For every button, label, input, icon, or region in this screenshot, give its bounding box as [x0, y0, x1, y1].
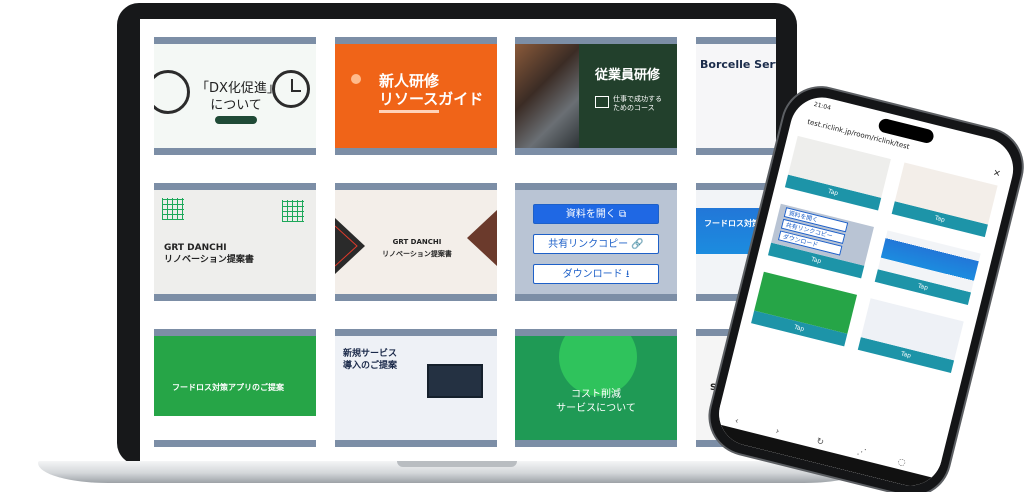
slide-card[interactable]: 新規サービス 導入のご提案 — [335, 329, 497, 447]
slide-card[interactable]: 従業員研修 仕事で成功する ためのコース — [515, 37, 677, 155]
slide-subline — [379, 110, 439, 113]
slide-title: GRT DANCHI リノベーション提案書 — [164, 243, 254, 265]
slide-circle — [559, 336, 637, 396]
laptop-screen: 「DX化促進」 について 新人研修 リソースガイド 従業員研修 仕事で成功する ための… — [140, 19, 776, 462]
share-icon[interactable]: ⋰ — [856, 447, 867, 459]
refresh-icon — [154, 70, 190, 114]
grid-decor — [162, 198, 184, 220]
phone-slide-card[interactable]: Tap — [891, 162, 998, 238]
slide-title: 新人研修 リソースガイド — [379, 72, 484, 108]
forward-icon[interactable]: › — [774, 426, 780, 437]
reload-icon[interactable]: ↻ — [815, 437, 825, 449]
back-icon[interactable]: ‹ — [734, 416, 740, 427]
slide-card-hovered[interactable]: 資料を開く ⧉ 共有リンクコピー 🔗 ダウンロード ⭳ — [515, 183, 677, 301]
open-document-button[interactable]: 資料を開く ⧉ — [533, 204, 659, 224]
phone-slide-card[interactable]: Tap — [784, 135, 891, 211]
download-button[interactable]: ダウンロード ⭳ — [533, 264, 659, 284]
slide-title: GRT DANCHI リノベーション提案書 — [382, 238, 452, 258]
tabs-icon[interactable]: ◌ — [897, 457, 907, 469]
app-showcase: 「DX化促進」 について 新人研修 リソースガイド 従業員研修 仕事で成功する ための… — [0, 0, 1024, 492]
slide-title: 新規サービス 導入のご提案 — [343, 349, 398, 371]
office-photo — [515, 44, 579, 148]
slide-title: 従業員研修 — [595, 68, 661, 83]
monitor-illustration — [427, 364, 483, 398]
laptop-notch — [397, 461, 517, 467]
slide-title: Borcelle Servic — [700, 58, 776, 71]
monitor-icon — [595, 96, 609, 108]
pattern-decor — [335, 218, 365, 274]
slide-pill — [215, 116, 257, 124]
slide-title: 「DX化促進」 について — [196, 81, 280, 113]
slide-title: フードロス対策アプリのご提案 — [172, 383, 284, 392]
slide-card[interactable]: GRT DANCHI リノベーション提案書 — [154, 183, 316, 301]
slide-card[interactable]: コスト削減 サービスについて — [515, 329, 677, 447]
copy-share-link-button[interactable]: 共有リンクコピー 🔗 — [533, 234, 659, 254]
slide-card[interactable]: フードロス対策アプリのご提案 — [154, 329, 316, 447]
phone-slide-card-hovered[interactable]: 資料を開く 共有リンクコピー ダウンロード Tap — [767, 203, 874, 279]
phone-slide-card[interactable]: Tap — [857, 298, 964, 373]
slide-card[interactable]: 新人研修 リソースガイド — [335, 37, 497, 155]
slide-card[interactable]: GRT DANCHI リノベーション提案書 — [335, 183, 497, 301]
status-time: 21:04 — [813, 100, 832, 112]
slide-subtitle: 仕事で成功する ためのコース — [613, 95, 662, 112]
slide-title: コスト削減 サービスについて — [556, 389, 636, 414]
phone-slide-card[interactable]: Tap — [751, 271, 858, 347]
phone-slide-card[interactable]: Tap — [874, 230, 981, 306]
close-icon[interactable]: ✕ — [992, 168, 1002, 180]
pattern-decor — [467, 210, 497, 266]
slide-card[interactable]: Borcelle Servic — [696, 37, 776, 155]
decor-dot — [351, 74, 361, 84]
grid-decor — [282, 200, 304, 222]
slide-card[interactable]: 「DX化促進」 について — [154, 37, 316, 155]
slide-green-panel — [154, 336, 316, 416]
